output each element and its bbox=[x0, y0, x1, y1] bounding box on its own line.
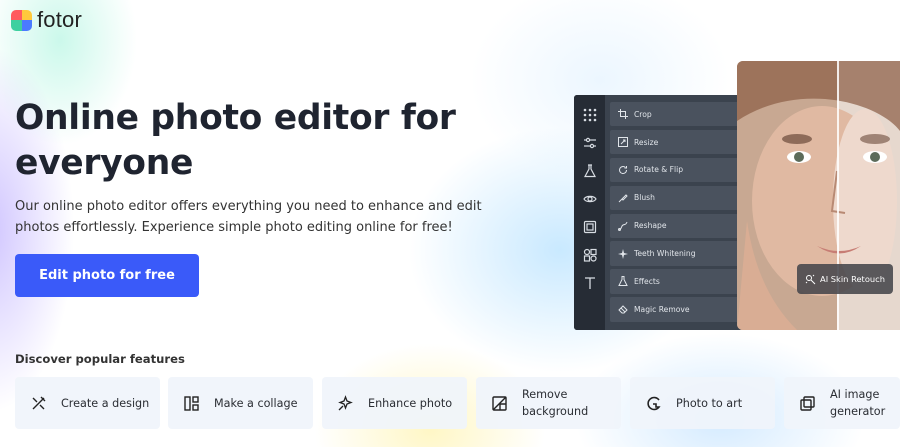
design-tools-icon bbox=[32, 396, 46, 409]
reshape-icon bbox=[618, 221, 628, 231]
resize-icon bbox=[618, 137, 628, 148]
features-title: Discover popular features bbox=[15, 352, 185, 366]
shapes-icon[interactable] bbox=[582, 245, 598, 264]
ai-generator-icon bbox=[800, 395, 815, 411]
fotor-logo[interactable]: fotor bbox=[11, 7, 82, 33]
tool-rotate[interactable]: Rotate & Flip bbox=[610, 157, 746, 183]
edit-photo-button[interactable]: Edit photo for free bbox=[15, 254, 199, 297]
hero-title: Online photo editor for everyone bbox=[15, 98, 456, 183]
feature-photo-to-art[interactable]: Photo to art bbox=[630, 377, 775, 429]
crop-icon bbox=[618, 109, 628, 120]
enhance-icon bbox=[338, 394, 353, 410]
flask-icon[interactable] bbox=[582, 161, 598, 180]
eraser-icon bbox=[618, 305, 628, 314]
feature-label: Enhance photo bbox=[368, 396, 453, 410]
flask-icon bbox=[618, 276, 628, 287]
tool-label: Resize bbox=[634, 137, 659, 147]
tool-label: Rotate & Flip bbox=[634, 165, 684, 175]
feature-remove-background[interactable]: Remove background bbox=[476, 377, 621, 429]
feature-label: Make a collage bbox=[214, 396, 298, 410]
editor-preview: Crop Resize Rotate & Flip Blush Reshape … bbox=[574, 95, 746, 330]
tool-resize[interactable]: Resize bbox=[610, 129, 746, 155]
feature-enhance-photo[interactable]: Enhance photo bbox=[322, 377, 467, 429]
tool-label: Blush bbox=[634, 193, 655, 203]
editor-tool-list: Crop Resize Rotate & Flip Blush Reshape … bbox=[605, 95, 746, 330]
feature-label: Create a design bbox=[61, 396, 150, 410]
grid-icon[interactable] bbox=[582, 105, 598, 124]
frame-icon[interactable] bbox=[582, 217, 598, 236]
remove-bg-icon bbox=[492, 395, 507, 411]
tool-blush[interactable]: Blush bbox=[610, 185, 746, 210]
sliders-icon[interactable] bbox=[582, 133, 598, 152]
feature-label: Remove background bbox=[522, 388, 589, 418]
sparkle-icon bbox=[618, 248, 628, 259]
tool-label: Magic Remove bbox=[634, 304, 690, 314]
feature-make-collage[interactable]: Make a collage bbox=[168, 377, 313, 429]
art-icon bbox=[647, 396, 661, 410]
tool-teeth-whitening[interactable]: Teeth Whitening bbox=[610, 241, 746, 266]
tool-magic-remove[interactable]: Magic Remove bbox=[610, 297, 746, 322]
hero-description: Our online photo editor offers everythin… bbox=[15, 199, 482, 235]
fotor-logo-icon bbox=[11, 9, 32, 31]
blush-icon bbox=[618, 194, 628, 203]
tool-reshape[interactable]: Reshape bbox=[610, 213, 746, 238]
badge-label: AI Skin Retouch bbox=[820, 274, 885, 284]
retouch-icon bbox=[805, 274, 816, 284]
ai-skin-retouch-badge: AI Skin Retouch bbox=[797, 264, 893, 294]
tool-label: Crop bbox=[634, 109, 652, 119]
feature-create-design[interactable]: Create a design bbox=[15, 377, 160, 429]
rotate-icon bbox=[619, 165, 628, 174]
tool-label: Teeth Whitening bbox=[634, 249, 696, 259]
eye-icon[interactable] bbox=[582, 189, 598, 208]
text-icon[interactable] bbox=[582, 273, 598, 292]
feature-ai-image-generator[interactable]: AI image generator bbox=[784, 377, 900, 429]
tool-label: Effects bbox=[634, 276, 660, 286]
collage-icon bbox=[184, 395, 199, 411]
tool-label: Reshape bbox=[634, 221, 667, 231]
feature-label: Photo to art bbox=[676, 396, 743, 410]
editor-side-rail bbox=[574, 95, 605, 330]
tool-crop[interactable]: Crop bbox=[610, 102, 746, 127]
logo-text: fotor bbox=[37, 7, 83, 32]
tool-effects[interactable]: Effects bbox=[610, 269, 746, 294]
feature-label: AI image generator bbox=[830, 388, 886, 418]
